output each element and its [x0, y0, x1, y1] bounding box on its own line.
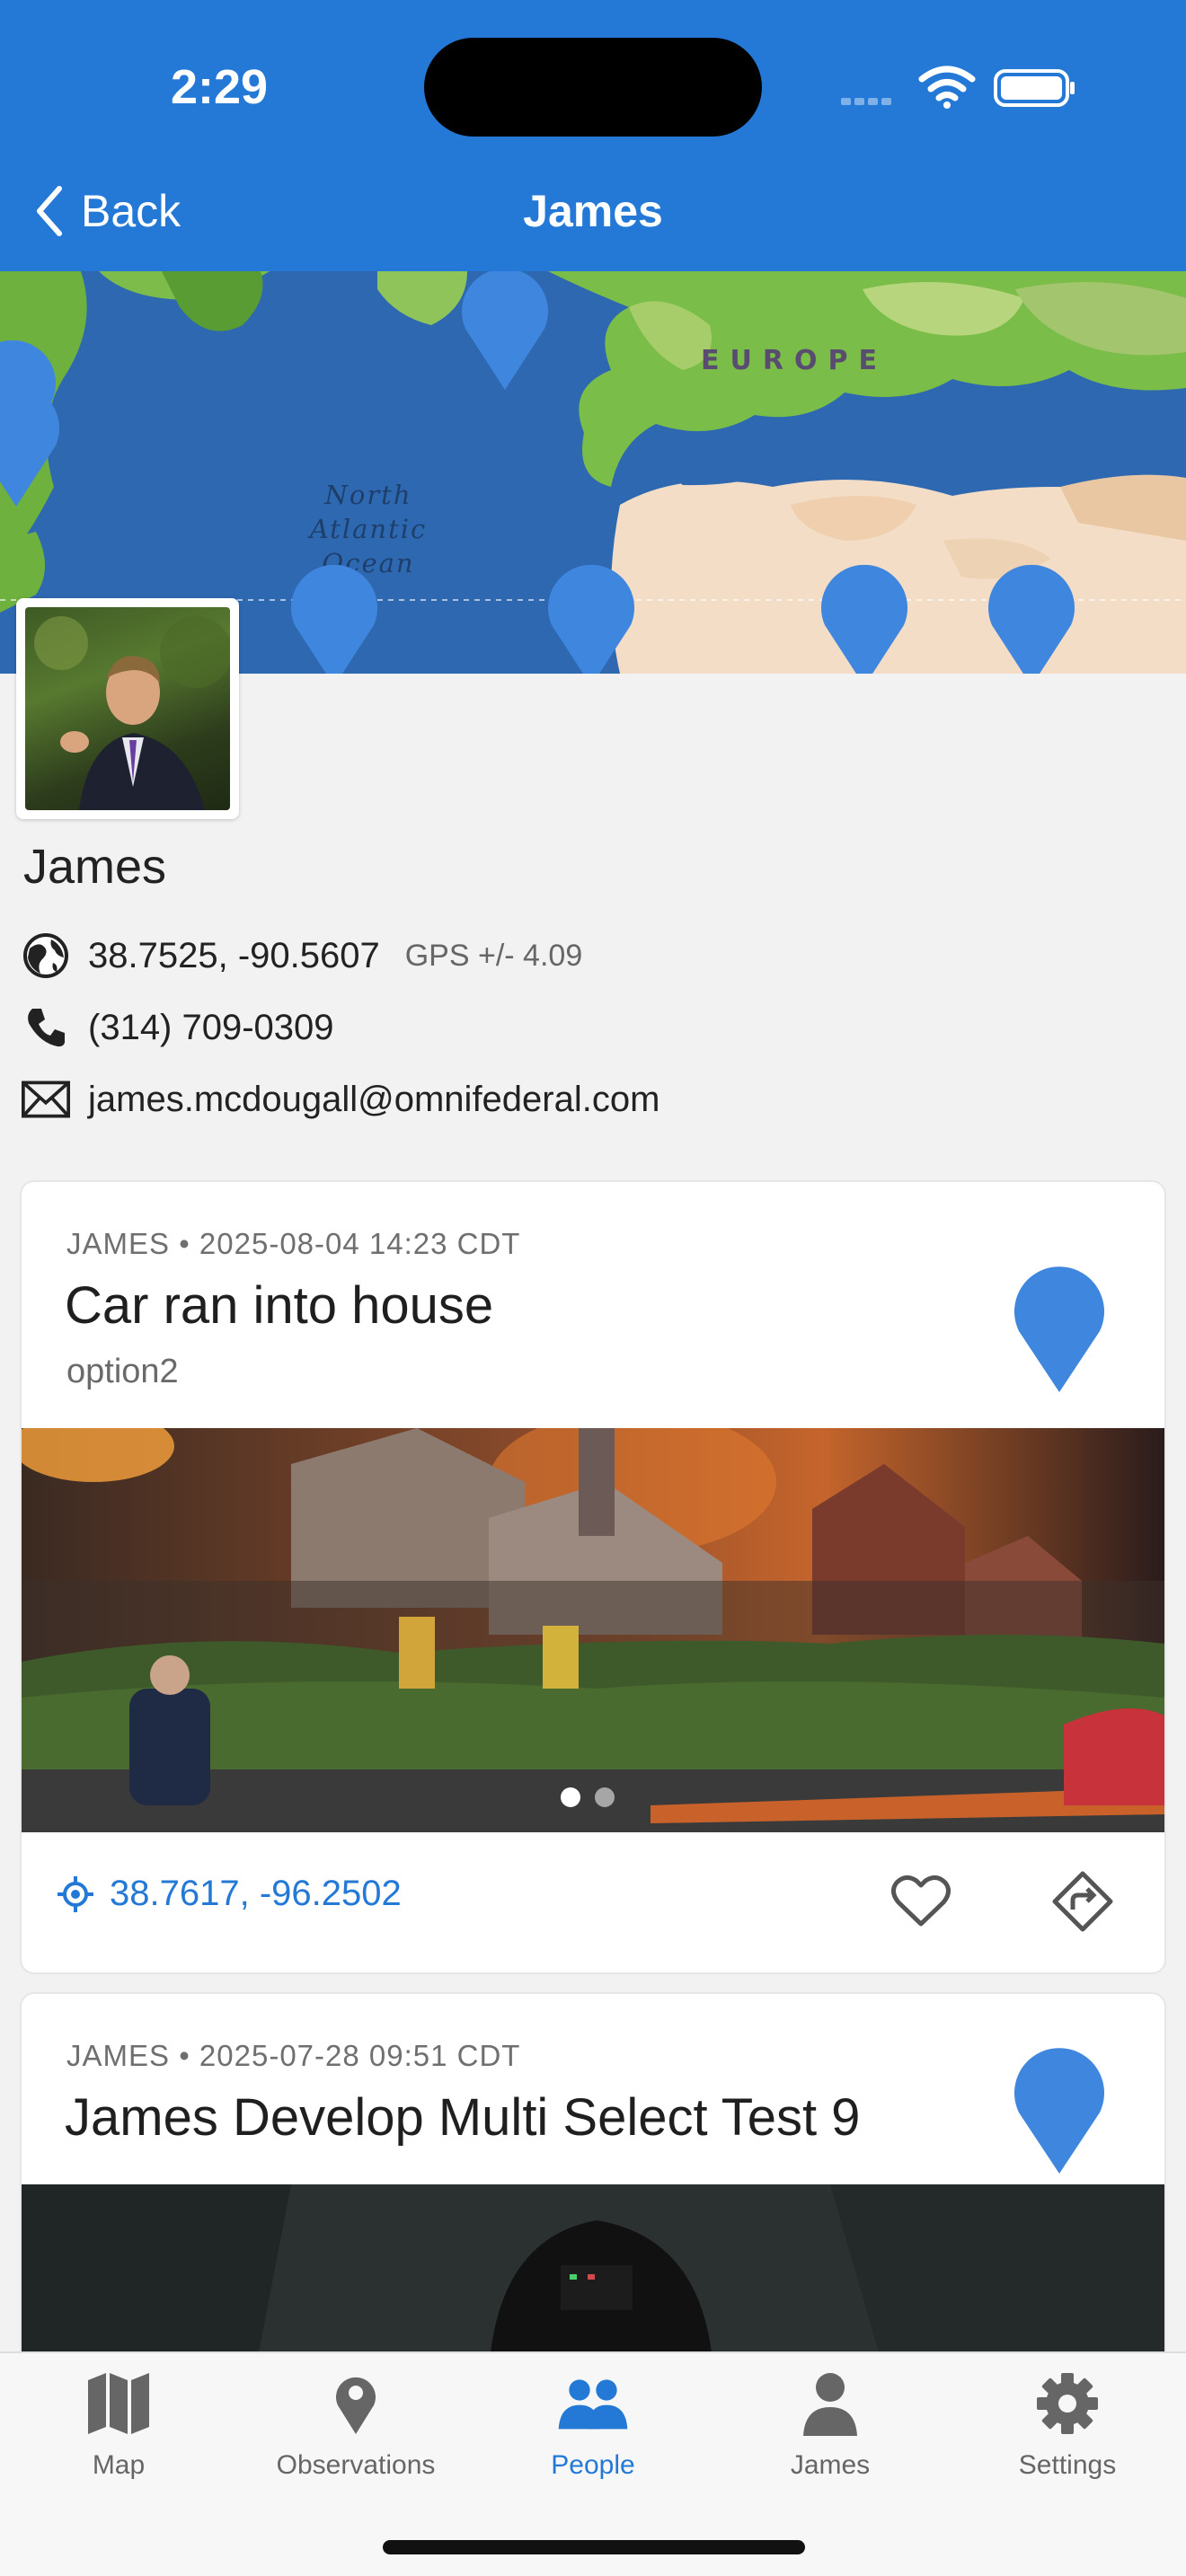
map-pin[interactable] — [816, 559, 913, 674]
directions-icon[interactable] — [1051, 1870, 1114, 1933]
people-icon — [558, 2379, 628, 2430]
signal-icon — [841, 93, 900, 105]
observation-location-text: 38.7617, -96.2502 — [110, 1874, 402, 1913]
gear-icon — [1037, 2373, 1098, 2434]
tab-observations[interactable]: Observations — [257, 2371, 455, 2481]
photo-pager[interactable] — [561, 1787, 615, 1807]
location-pin-icon[interactable] — [1010, 2044, 1109, 2175]
tab-label: Map — [92, 2450, 146, 2480]
location-pin-icon[interactable] — [1010, 1263, 1109, 1394]
location-pin-icon — [336, 2377, 376, 2434]
tab-settings[interactable]: Settings — [969, 2371, 1166, 2481]
observation-title: Car ran into house — [65, 1276, 494, 1335]
map-pin[interactable] — [983, 559, 1080, 674]
heart-icon[interactable] — [890, 1872, 952, 1929]
page-title: James — [523, 186, 663, 236]
tab-label: James — [790, 2450, 871, 2480]
map-pin[interactable] — [286, 559, 383, 674]
avatar[interactable] — [16, 598, 239, 819]
tab-label: Observations — [276, 2450, 436, 2480]
envelope-icon — [22, 1076, 70, 1123]
observation-title: James Develop Multi Select Test 9 — [65, 2088, 861, 2147]
email-address: james.mcdougall@omnifederal.com — [88, 1079, 660, 1119]
map-pin[interactable] — [0, 379, 65, 508]
map-pin[interactable] — [543, 559, 640, 674]
dynamic-island — [424, 38, 762, 137]
email-row[interactable]: james.mcdougall@omnifederal.com — [22, 1076, 659, 1123]
tab-label: Settings — [1018, 2450, 1117, 2480]
pager-dot-active[interactable] — [561, 1787, 580, 1807]
status-time: 2:29 — [171, 60, 269, 114]
header-bar: 2:29 Back James — [0, 0, 1186, 271]
coordinates-row[interactable]: 38.7525, -90.5607 GPS +/- 4.09 — [22, 932, 582, 979]
tab-map[interactable]: Map — [20, 2371, 217, 2481]
tab-people[interactable]: People — [494, 2371, 692, 2481]
observation-card[interactable]: JAMES • 2025-07-28 09:51 CDT James Devel… — [22, 1994, 1164, 2371]
observation-meta: JAMES • 2025-07-28 09:51 CDT — [66, 2039, 521, 2072]
tab-james[interactable]: James — [731, 2371, 929, 2481]
phone-icon — [22, 1004, 70, 1051]
observation-card[interactable]: JAMES • 2025-08-04 14:23 CDT Car ran int… — [22, 1182, 1164, 1972]
observation-location[interactable]: 38.7617, -96.2502 — [58, 1874, 402, 1914]
avatar-photo — [25, 607, 230, 810]
phone-row[interactable]: (314) 709-0309 — [22, 1004, 334, 1051]
observation-subtitle: option2 — [66, 1353, 179, 1390]
phone-number: (314) 709-0309 — [88, 1007, 334, 1047]
gps-accuracy: GPS +/- 4.09 — [404, 938, 583, 973]
crosshair-icon — [58, 1875, 93, 1912]
battery-icon — [994, 69, 1075, 107]
wifi-icon — [918, 66, 976, 109]
observation-meta: JAMES • 2025-08-04 14:23 CDT — [66, 1227, 521, 1260]
person-icon — [803, 2373, 857, 2436]
tab-label: People — [551, 2450, 635, 2480]
map-label-europe: EUROPE — [701, 345, 888, 376]
person-name: James — [23, 840, 167, 894]
map-icon — [88, 2373, 149, 2434]
globe-icon — [22, 932, 70, 979]
pager-dot[interactable] — [595, 1787, 615, 1807]
observation-photo[interactable] — [22, 2184, 1164, 2371]
home-indicator[interactable] — [383, 2540, 805, 2554]
coordinates-text: 38.7525, -90.5607 — [88, 935, 380, 975]
map-pin[interactable] — [456, 271, 553, 392]
observation-photo[interactable] — [22, 1428, 1164, 1832]
